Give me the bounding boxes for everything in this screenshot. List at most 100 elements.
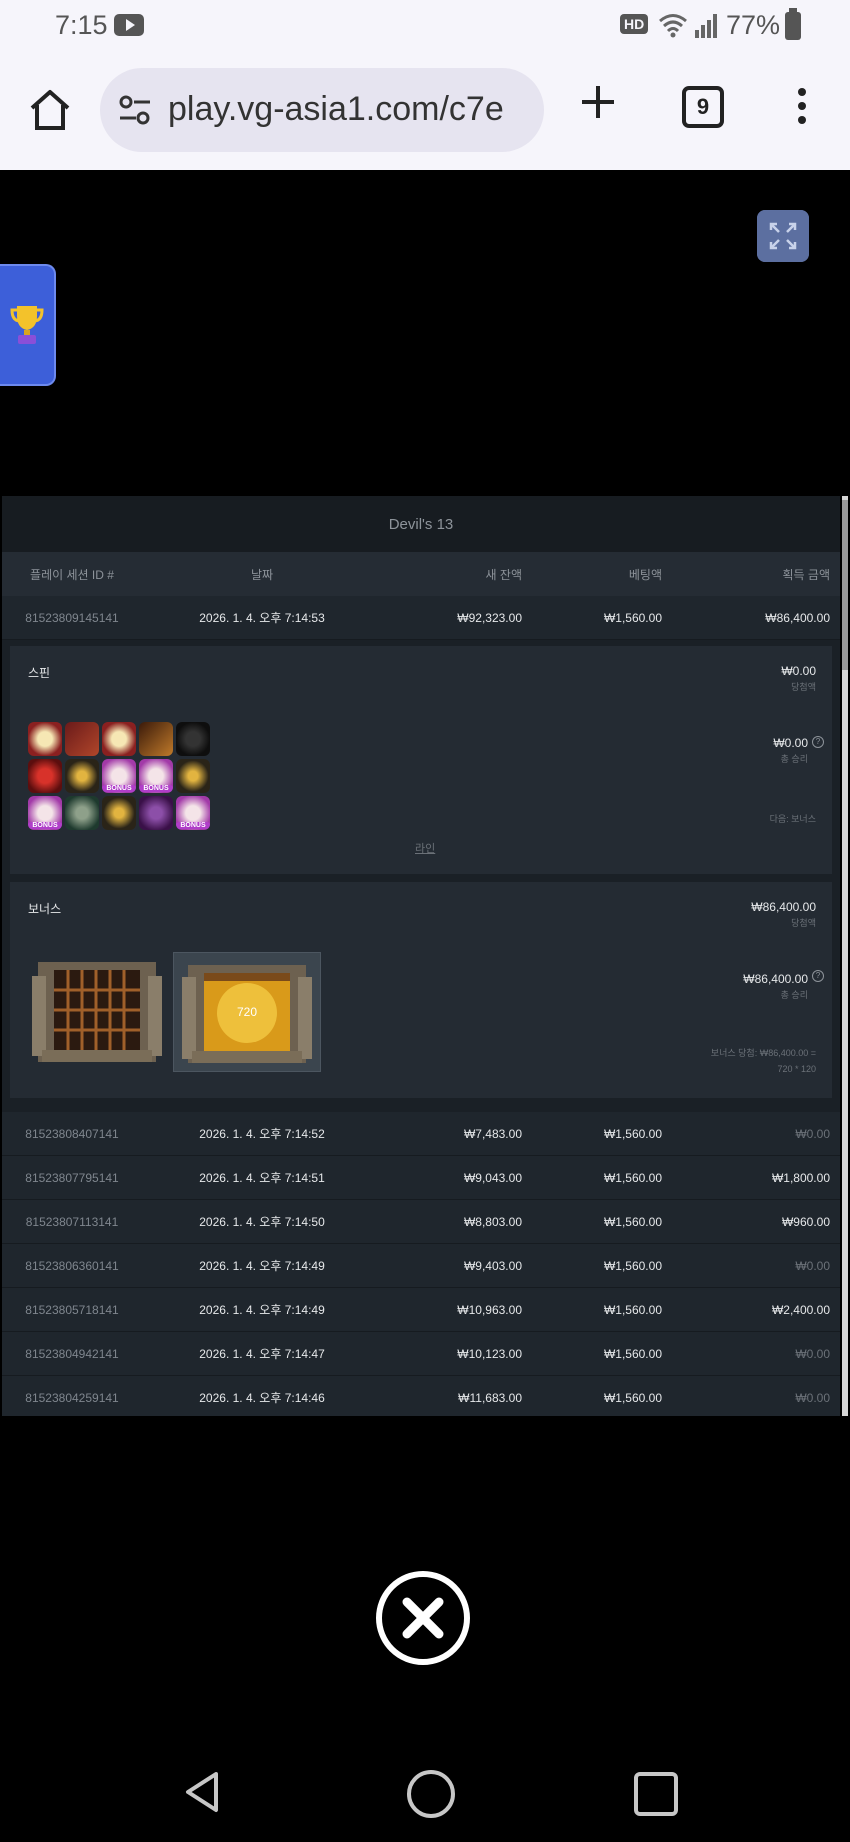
- help-icon[interactable]: ?: [812, 970, 824, 982]
- battery-percent: 77%: [726, 10, 781, 40]
- session-date: 2026. 1. 4. 오후 7:14:50: [199, 1215, 325, 1229]
- session-win: ₩2,400.00: [771, 1302, 830, 1317]
- symbol-bonus: BONUS: [28, 796, 62, 830]
- session-balance: ₩10,123.00: [457, 1346, 522, 1361]
- trophy-tab[interactable]: [0, 264, 56, 386]
- spin-total-label: 총 승리: [780, 754, 808, 764]
- bonus-formula-line2: 720 * 120: [777, 1064, 816, 1074]
- gate-closed-icon: [32, 962, 162, 1062]
- address-bar[interactable]: play.vg-asia1.com/c7e: [100, 68, 544, 152]
- table-row-expanded[interactable]: 81523809145141 2026. 1. 4. 오후 7:14:53 ₩9…: [2, 596, 840, 640]
- session-win: ₩1,800.00: [771, 1170, 830, 1185]
- spin-next: 다음: 보너스: [769, 814, 816, 824]
- symbol-candles: [176, 759, 210, 793]
- session-balance: ₩10,963.00: [457, 1302, 522, 1317]
- session-bet: ₩1,560.00: [603, 1258, 662, 1273]
- session-id: 81523806360141: [25, 1258, 119, 1273]
- line-link[interactable]: 라인: [415, 840, 435, 856]
- session-date: 2026. 1. 4. 오후 7:14:52: [199, 1127, 325, 1141]
- session-id: 81523807113141: [25, 1214, 119, 1229]
- session-date: 2026. 1. 4. 오후 7:14:49: [199, 1303, 325, 1317]
- session-balance: ₩9,043.00: [463, 1170, 522, 1185]
- session-id: 81523809145141: [25, 610, 119, 625]
- session-balance: ₩92,323.00: [457, 610, 522, 625]
- session-id: 81523804259141: [25, 1390, 119, 1405]
- table-row[interactable]: 81523804942141 2026. 1. 4. 오후 7:14:47 ₩1…: [2, 1332, 840, 1376]
- hd-icon: HD: [620, 14, 649, 34]
- tabs-icon[interactable]: 9: [682, 86, 724, 128]
- symbol-bell: [139, 722, 173, 756]
- session-detail: 스핀 ₩0.00 당첨액 ₩0.00 ? 총 승리 다음: 보너스 BONUS …: [2, 640, 840, 1112]
- help-icon[interactable]: ?: [812, 736, 824, 748]
- signal-icon: [695, 14, 717, 38]
- session-win: ₩0.00: [795, 1126, 830, 1141]
- plus-icon: [582, 86, 614, 118]
- session-bet: ₩1,560.00: [603, 1302, 662, 1317]
- expand-icon[interactable]: [757, 210, 809, 262]
- recent-apps-icon[interactable]: [634, 1772, 678, 1816]
- symbol-candles: [65, 759, 99, 793]
- trophy-icon: [10, 306, 44, 344]
- spin-title: 스핀: [28, 666, 51, 680]
- close-icon[interactable]: [375, 1570, 471, 1666]
- session-win: ₩86,400.00: [765, 610, 830, 625]
- table-row[interactable]: 81523808407141 2026. 1. 4. 오후 7:14:52 ₩7…: [2, 1112, 840, 1156]
- game-history-panel: Devil's 13 플레이 세션 ID # 날짜 새 잔액 베팅액 획득 금액…: [2, 496, 840, 1416]
- session-win: ₩0.00: [795, 1390, 830, 1405]
- col-bet: 베팅액: [628, 567, 662, 582]
- table-row[interactable]: 81523804259141 2026. 1. 4. 오후 7:14:46 ₩1…: [2, 1376, 840, 1416]
- session-id: 81523807795141: [25, 1170, 119, 1185]
- gate-open-item: 720: [173, 952, 321, 1072]
- table-row[interactable]: 81523807113141 2026. 1. 4. 오후 7:14:50 ₩8…: [2, 1200, 840, 1244]
- symbol-bonus: BONUS: [102, 759, 136, 793]
- browser-toolbar: play.vg-asia1.com/c7e 9: [0, 52, 850, 170]
- session-bet: ₩1,560.00: [603, 1126, 662, 1141]
- scrollbar-thumb[interactable]: [842, 500, 848, 670]
- panel-title: Devil's 13: [2, 496, 840, 552]
- symbol-candles: [102, 796, 136, 830]
- bonus-title: 보너스: [28, 902, 62, 916]
- spin-total-value: ₩0.00: [773, 736, 808, 750]
- symbol-bonus: BONUS: [139, 759, 173, 793]
- system-nav-bar: [0, 1730, 850, 1842]
- symbol-skull-lady: [28, 722, 62, 756]
- session-bet: ₩1,560.00: [603, 1170, 662, 1185]
- session-date: 2026. 1. 4. 오후 7:14:47: [199, 1347, 325, 1361]
- status-time: 7:15: [55, 10, 108, 40]
- bonus-card: 보너스 ₩86,400.00 당첨액 ₩86,400.00 ? 총 승리 보너스…: [10, 882, 832, 1098]
- url-text[interactable]: play.vg-asia1.com/c7e: [168, 90, 530, 129]
- status-bar: 7:15 HD 77%: [0, 0, 850, 52]
- site-settings-icon[interactable]: [118, 92, 152, 128]
- youtube-icon: [114, 14, 144, 36]
- more-vert-icon[interactable]: [790, 88, 814, 132]
- history-rows: 81523808407141 2026. 1. 4. 오후 7:14:52 ₩7…: [2, 1112, 840, 1416]
- table-row[interactable]: 81523807795141 2026. 1. 4. 오후 7:14:51 ₩9…: [2, 1156, 840, 1200]
- session-date: 2026. 1. 4. 오후 7:14:51: [199, 1171, 325, 1185]
- session-date: 2026. 1. 4. 오후 7:14:46: [199, 1391, 325, 1405]
- symbol-witch: [139, 796, 173, 830]
- session-balance: ₩9,403.00: [463, 1258, 522, 1273]
- back-icon[interactable]: [182, 1770, 222, 1814]
- battery-icon: [785, 8, 801, 40]
- table-header: 플레이 세션 ID # 날짜 새 잔액 베팅액 획득 금액: [2, 552, 840, 596]
- col-win: 획득 금액: [782, 567, 831, 582]
- spin-win-label: 당첨액: [791, 682, 816, 692]
- home-circle-icon[interactable]: [407, 1770, 455, 1818]
- col-session-id: 플레이 세션 ID #: [30, 567, 114, 582]
- session-date: 2026. 1. 4. 오후 7:14:49: [199, 1259, 325, 1273]
- spin-win-value: ₩0.00: [781, 664, 816, 678]
- home-icon[interactable]: [28, 88, 72, 132]
- col-balance: 새 잔액: [485, 567, 522, 582]
- bonus-total-value: ₩86,400.00: [743, 972, 808, 986]
- reel-grid: BONUS BONUS BONUS BONUS: [28, 722, 212, 830]
- symbol-skull: [65, 796, 99, 830]
- session-balance: ₩7,483.00: [463, 1126, 522, 1141]
- table-row[interactable]: 81523806360141 2026. 1. 4. 오후 7:14:49 ₩9…: [2, 1244, 840, 1288]
- bonus-formula-line1: 보너스 당첨: ₩86,400.00 =: [710, 1048, 816, 1058]
- new-tab-button[interactable]: [578, 82, 618, 122]
- session-bet: ₩1,560.00: [603, 1214, 662, 1229]
- session-id: 81523804942141: [25, 1346, 119, 1361]
- table-row[interactable]: 81523805718141 2026. 1. 4. 오후 7:14:49 ₩1…: [2, 1288, 840, 1332]
- session-bet: ₩1,560.00: [603, 610, 662, 625]
- bonus-win-label: 당첨액: [791, 918, 816, 928]
